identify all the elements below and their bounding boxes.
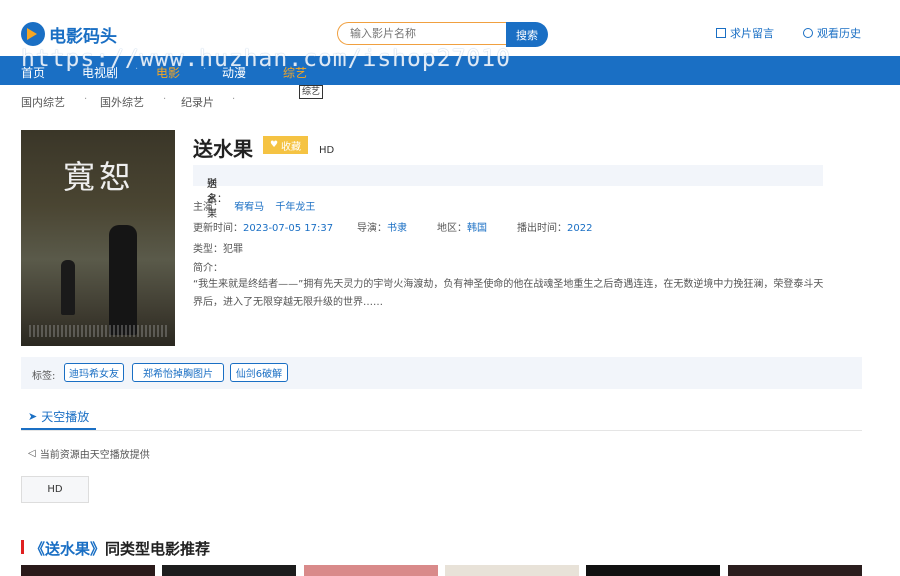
recommend-heading: 《送水果》同类型电影推荐 <box>30 538 210 559</box>
updated-field: 更新时间：2023-07-05 17:37 <box>193 223 334 234</box>
movie-title: 送水果 <box>193 137 253 161</box>
tag-link[interactable]: 仙剑6破解 <box>230 363 288 382</box>
history-link[interactable]: 观看历史 <box>803 25 861 41</box>
source-note-text: 当前资源由天空播放提供 <box>39 450 150 461</box>
subnav-separator: · <box>232 94 236 105</box>
watermark-text: https://www.huzhan.com/ishop27010 <box>21 46 511 72</box>
recommend-thumbnail[interactable] <box>586 565 720 576</box>
tags-bar: 标签: 迪玛希女友 郑希怡掉胸图片 仙剑6破解 <box>21 357 862 389</box>
year-value: 2022 <box>567 223 593 234</box>
search-box: 搜索 <box>337 22 548 47</box>
favorite-label: 收藏 <box>281 141 302 153</box>
subnav-separator: · <box>84 94 88 105</box>
region-link[interactable]: 韩国 <box>467 223 487 234</box>
cast-link[interactable]: 宥宥马 <box>234 202 264 213</box>
history-link-label: 观看历史 <box>817 27 861 40</box>
recommend-thumbnail[interactable] <box>728 565 862 576</box>
genre-field: 类型：犯罪 <box>193 244 243 255</box>
nav-tooltip: 综艺 <box>299 85 324 99</box>
clock-icon <box>803 28 813 38</box>
favorite-button[interactable]: ♥ 收藏 <box>263 136 308 154</box>
cast-label: 主演： <box>193 202 223 213</box>
quality-badge: HD <box>319 145 335 156</box>
logo-text: 电影码头 <box>49 26 117 47</box>
subnav-documentary[interactable]: 纪录片 <box>181 94 214 110</box>
recommend-movie-name: 《送水果》 <box>30 540 106 558</box>
source-note: ◁ 当前资源由天空播放提供 <box>28 446 150 461</box>
intro-label: 简介： <box>193 263 223 274</box>
episode-button[interactable]: HD <box>21 476 89 503</box>
director-link[interactable]: 书隶 <box>387 223 407 234</box>
subnav-domestic-variety[interactable]: 国内综艺 <box>21 94 65 110</box>
logo-icon <box>21 22 45 46</box>
movie-poster[interactable]: 寬恕 <box>21 130 175 346</box>
search-button[interactable]: 搜索 <box>506 22 548 47</box>
director-field: 导演：书隶 <box>357 223 407 234</box>
site-logo[interactable]: 电影码头 <box>21 20 117 48</box>
tags-label: 标签: <box>32 371 56 382</box>
divider <box>21 430 862 431</box>
poster-figure-man <box>109 225 137 335</box>
recommend-thumbnail[interactable] <box>21 565 155 576</box>
subnav-foreign-variety[interactable]: 国外综艺 <box>100 94 144 110</box>
search-input[interactable] <box>337 22 507 45</box>
paper-plane-icon: ➤ <box>28 410 38 423</box>
cast-link[interactable]: 千年龙王 <box>275 202 315 213</box>
speaker-icon: ◁ <box>28 448 36 459</box>
tag-link[interactable]: 郑希怡掉胸图片 <box>132 363 224 382</box>
cast-row: 主演： 宥宥马 千年龙王 <box>193 198 315 213</box>
poster-figure-girl <box>61 260 75 315</box>
play-source-label: 天空播放 <box>41 410 90 424</box>
recommend-thumbnail[interactable] <box>304 565 438 576</box>
subnav-separator: · <box>163 94 167 105</box>
play-source-tab[interactable]: ➤ 天空播放 <box>28 408 89 425</box>
year-field: 播出时间：2022 <box>517 223 593 234</box>
updated-value: 2023-07-05 17:37 <box>243 223 334 234</box>
section-bar <box>21 540 24 554</box>
recommend-thumbnail[interactable] <box>445 565 579 576</box>
recommend-heading-text: 同类型电影推荐 <box>105 540 211 558</box>
recommend-thumbnail[interactable] <box>162 565 296 576</box>
poster-credits <box>29 325 167 337</box>
heart-icon: ♥ <box>269 140 279 150</box>
request-link-label: 求片留言 <box>730 27 774 40</box>
book-icon <box>716 28 726 38</box>
tag-link[interactable]: 迪玛希女友 <box>64 363 124 382</box>
poster-calligraphy: 寬恕 <box>63 158 136 196</box>
request-link[interactable]: 求片留言 <box>716 25 774 41</box>
alias-row: 别名： 送水果 <box>193 165 823 220</box>
genre-value: 犯罪 <box>223 244 243 255</box>
region-field: 地区：韩国 <box>437 223 487 234</box>
movie-synopsis: “我生来就是终结者——”拥有先天灵力的宇岢火海渡劫，负有神圣使命的他在战魂圣地重… <box>193 279 824 308</box>
